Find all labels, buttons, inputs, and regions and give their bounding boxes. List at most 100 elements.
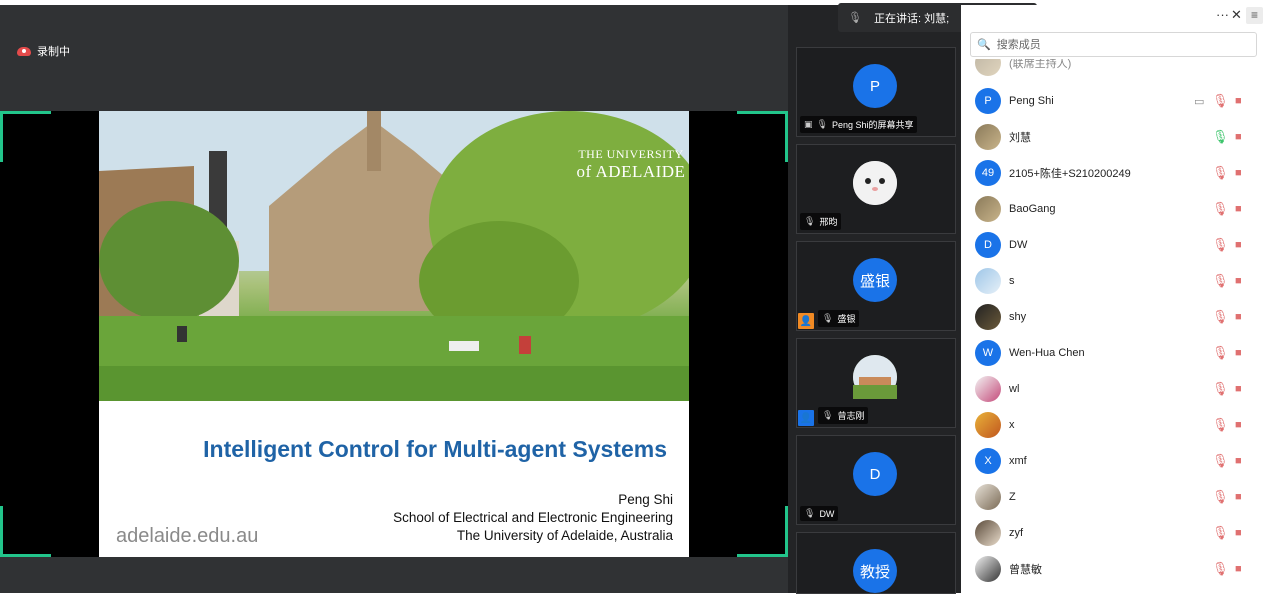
video-tile[interactable]: D 🎙 DW [796,435,956,525]
participant-name: Z [1009,491,1016,503]
mic-muted-icon[interactable]: 🎙 [1212,309,1229,325]
participants-panel: ··· ✕ ≡ 🔍 (联席主持人) P Peng Shi ▭ 🎙 ■ 刘慧 [961,5,1267,593]
participant-row[interactable]: D DW 🎙 ■ [961,227,1267,263]
participant-row[interactable]: shy 🎙 ■ [961,299,1267,335]
participant-row[interactable]: Z 🎙 ■ [961,479,1267,515]
university-logo: THE UNIVERSITY of ADELAIDE [575,113,687,182]
participant-row[interactable]: (联席主持人) [961,59,1267,81]
screen-share-icon: ▭ [1194,95,1205,108]
menu-icon[interactable]: ≡ [1246,7,1263,24]
camera-off-icon[interactable]: ■ [1235,563,1242,575]
mic-muted-icon[interactable]: 🎙 [1212,201,1229,217]
participant-row[interactable]: s 🎙 ■ [961,263,1267,299]
mic-muted-icon[interactable]: 🎙 [1212,381,1229,397]
more-icon[interactable]: ··· [1216,7,1229,22]
participant-avatar: X [975,448,1001,474]
participant-name: BaoGang [1009,203,1056,215]
mic-on-icon[interactable]: 🎙 [1212,129,1229,145]
video-tile[interactable]: 教授 [796,532,956,594]
camera-off-icon[interactable]: ■ [1235,95,1242,107]
camera-off-icon[interactable]: ■ [1235,239,1242,251]
search-box[interactable]: 🔍 [970,32,1257,57]
participant-name: Peng Shi [1009,95,1054,107]
participant-name: wl [1009,383,1020,395]
cat-avatar-icon [853,161,897,205]
mic-muted-icon[interactable]: 🎙 [1212,525,1229,541]
share-border-corner [0,111,51,162]
mic-muted-icon[interactable]: 🎙 [1212,273,1229,289]
camera-off-icon[interactable]: ■ [1235,203,1242,215]
mic-muted-icon: 🎙 [848,12,862,24]
participant-row[interactable]: 49 2105+陈佳+S210200249 🎙 ■ [961,155,1267,191]
participant-avatar [975,484,1001,510]
participant-row[interactable]: P Peng Shi ▭ 🎙 ■ [961,83,1267,119]
participant-row[interactable]: 曾慧敏 🎙 ■ [961,551,1267,587]
participant-row[interactable]: wl 🎙 ■ [961,371,1267,407]
tile-name: 曾志刚 [837,411,865,421]
participant-avatar [975,376,1001,402]
camera-off-icon[interactable]: ■ [1235,455,1242,467]
participant-row[interactable]: x 🎙 ■ [961,407,1267,443]
video-tile[interactable]: P ▣ 🎙 Peng Shi的屏幕共享 [796,47,956,137]
mic-muted-icon[interactable]: 🎙 [1212,165,1229,181]
participant-avatar [975,412,1001,438]
slide-title: Intelligent Control for Multi-agent Syst… [203,436,667,462]
camera-off-icon[interactable]: ■ [1235,167,1242,179]
participant-avatar [975,520,1001,546]
tile-name: 盛银 [837,314,856,324]
camera-off-icon[interactable]: ■ [1235,347,1242,359]
panel-header: ··· ✕ ≡ [961,5,1267,29]
camera-off-icon[interactable]: ■ [1235,527,1242,539]
camera-off-icon[interactable]: ■ [1235,311,1242,323]
participant-avatar: 49 [975,160,1001,186]
search-input[interactable] [994,37,1239,52]
mic-muted-icon: 🎙 [816,119,828,129]
camera-off-icon[interactable]: ■ [1235,383,1242,395]
participant-list[interactable]: (联席主持人) P Peng Shi ▭ 🎙 ■ 刘慧 🎙 ■ 49 2105+… [961,59,1267,593]
participant-name: 刘慧 [1009,132,1031,144]
mic-muted-icon[interactable]: 🎙 [1212,489,1229,505]
participant-avatar [975,124,1001,150]
participant-row[interactable]: W Wen-Hua Chen 🎙 ■ [961,335,1267,371]
mic-muted-icon[interactable]: 🎙 [1212,417,1229,433]
mic-muted-icon[interactable]: 🎙 [1212,561,1229,577]
mic-muted-icon[interactable]: 🎙 [1212,345,1229,361]
tile-avatar: D [853,452,897,496]
video-tile[interactable]: 👤 🎙 曾志刚 [796,338,956,428]
camera-off-icon[interactable]: ■ [1235,491,1242,503]
tile-avatar: 盛银 [853,258,897,302]
slide-department: School of Electrical and Electronic Engi… [393,510,673,525]
camera-off-icon[interactable]: ■ [1235,131,1242,143]
participant-name: (联席主持人) [1009,59,1072,70]
mic-muted-icon: 🎙 [804,508,816,518]
tile-name-tag: 🎙 曾志刚 [818,407,869,424]
video-tile[interactable]: 盛银 👤 🎙 盛银 [796,241,956,331]
camera-off-icon[interactable]: ■ [1235,275,1242,287]
participant-name: Wen-Hua Chen [1009,347,1085,359]
participant-avatar: W [975,340,1001,366]
video-tile[interactable]: 🎙 邢昀 [796,144,956,234]
participant-row[interactable]: X xmf 🎙 ■ [961,443,1267,479]
participant-avatar [975,196,1001,222]
participant-avatar [975,59,1001,76]
search-icon: 🔍 [977,39,991,51]
mic-muted-icon[interactable]: 🎙 [1212,453,1229,469]
participant-avatar: P [975,88,1001,114]
recording-label: 录制中 [37,46,70,58]
camera-off-icon[interactable]: ■ [1235,419,1242,431]
tile-avatar: P [853,64,897,108]
participant-name: 曾慧敏 [1009,564,1042,576]
university-line1: THE UNIVERSITY [578,147,684,161]
mic-muted-icon[interactable]: 🎙 [1212,93,1229,109]
user-badge-icon: 👤 [798,313,814,329]
participant-row[interactable]: 刘慧 🎙 ■ [961,119,1267,155]
close-icon[interactable]: ✕ [1231,7,1242,23]
mic-muted-icon[interactable]: 🎙 [1212,237,1229,253]
participant-row[interactable]: BaoGang 🎙 ■ [961,191,1267,227]
recording-indicator[interactable]: 录制中 [17,43,70,59]
participant-name: xmf [1009,455,1027,467]
participant-row[interactable]: zyf 🎙 ■ [961,515,1267,551]
tile-avatar: 教授 [853,549,897,593]
tile-name-tag: 🎙 邢昀 [800,213,842,230]
screen-share-icon: ▣ [804,119,813,129]
